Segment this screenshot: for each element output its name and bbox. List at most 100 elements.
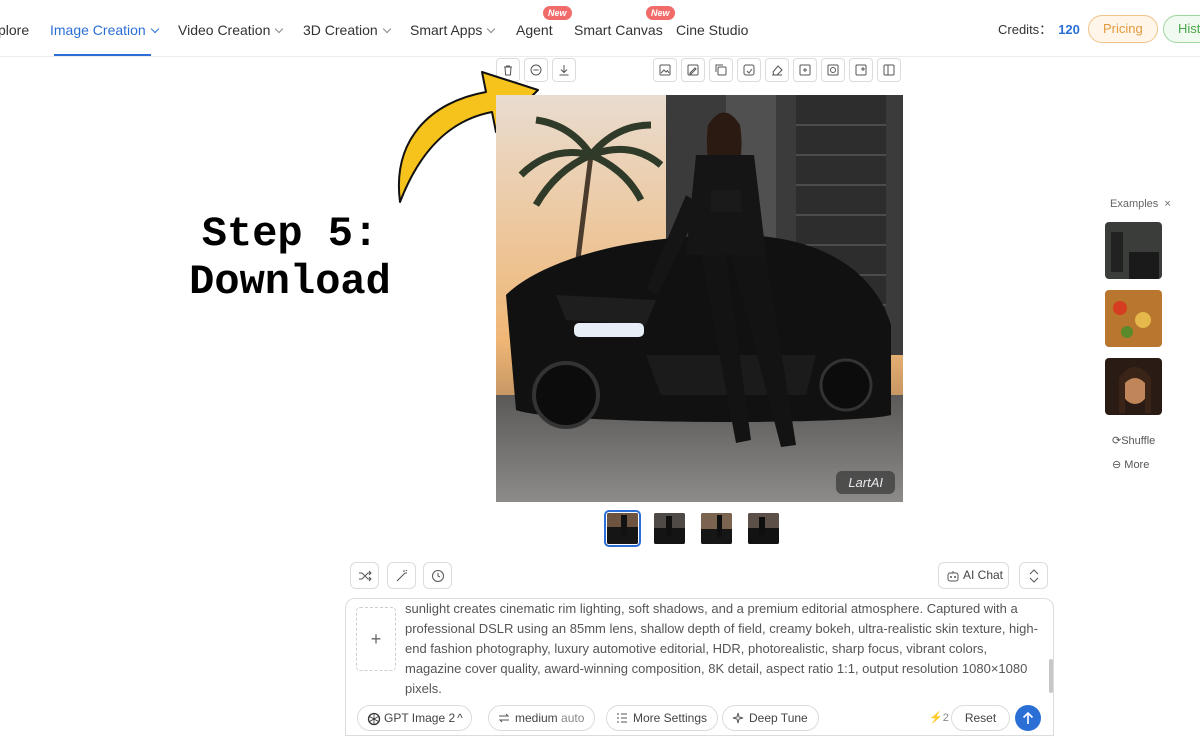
image-edit-icon — [687, 64, 699, 76]
deep-tune-button[interactable]: Deep Tune — [722, 705, 819, 731]
cost-value: 2 — [942, 712, 949, 724]
deep-tune-label: Deep Tune — [749, 711, 808, 725]
upload-image-button[interactable]: + — [356, 607, 396, 671]
prompt-textarea[interactable]: sunlight creates cinematic rim lighting,… — [405, 599, 1039, 699]
download-button[interactable] — [552, 58, 576, 82]
nav-agent-label: Agent — [516, 22, 553, 38]
example-thumbnail[interactable] — [1105, 290, 1162, 347]
close-icon[interactable]: × — [1164, 198, 1170, 210]
sparkle-icon — [732, 712, 744, 724]
shuffle-icon: ⟳ — [1112, 435, 1122, 447]
pricing-button[interactable]: Pricing — [1088, 15, 1158, 43]
nav-agent[interactable]: Agent — [516, 21, 553, 39]
example-thumbnail[interactable] — [1105, 222, 1162, 279]
generated-image[interactable]: LartAI — [496, 95, 903, 502]
more-button[interactable]: ⊖ More — [1112, 458, 1149, 471]
expand-image-button[interactable] — [793, 58, 817, 82]
eraser-button[interactable] — [765, 58, 789, 82]
reset-button[interactable]: Reset — [951, 705, 1010, 731]
thumbnail[interactable] — [701, 513, 732, 544]
shuffle-prompt-button[interactable] — [350, 562, 379, 589]
credit-cost: ⚡2 — [929, 711, 949, 724]
redraw-button[interactable] — [737, 58, 761, 82]
chevron-down-icon — [382, 24, 391, 34]
send-button[interactable] — [1015, 705, 1041, 731]
thumbnail-art — [607, 513, 638, 544]
swap-icon — [498, 713, 510, 723]
copy-icon — [715, 64, 727, 76]
clock-icon — [432, 570, 444, 582]
credits-display: Credits： 120 — [998, 21, 1080, 39]
upscale-button[interactable] — [821, 58, 845, 82]
add-image-button[interactable] — [849, 58, 873, 82]
thumbnail-art — [701, 513, 732, 544]
thumbnail[interactable] — [654, 513, 685, 544]
history-button[interactable]: Hist — [1163, 15, 1200, 43]
examples-label: Examples — [1110, 198, 1159, 210]
nav-image-creation-label: Image Creation — [50, 22, 146, 38]
split-view-icon — [883, 64, 895, 76]
more-settings-button[interactable]: More Settings — [606, 705, 719, 731]
quality-label: medium — [515, 711, 558, 725]
shuffle-button[interactable]: ⟳Shuffle — [1112, 434, 1155, 447]
nav-explore[interactable]: plore — [0, 21, 29, 39]
redraw-icon — [743, 64, 755, 76]
nav-image-creation[interactable]: Image Creation — [50, 21, 159, 39]
magic-wand-icon — [396, 569, 408, 582]
thumbnail-art — [748, 513, 779, 544]
shuffle-label: Shuffle — [1121, 435, 1156, 447]
expand-prompt-button[interactable] — [1019, 562, 1048, 589]
copy-button[interactable] — [709, 58, 733, 82]
nav-cine-studio-label: Cine Studio — [676, 22, 749, 38]
step-title: Step 5: — [201, 210, 379, 258]
bolt-icon: ⚡ — [929, 712, 943, 724]
more-icon: ⊖ — [1112, 459, 1122, 471]
image-tool-button[interactable] — [653, 58, 677, 82]
thumbnail[interactable] — [748, 513, 779, 544]
nav-3d-creation-label: 3D Creation — [303, 22, 378, 38]
upscale-icon — [827, 64, 839, 76]
thumbnail[interactable] — [604, 510, 641, 547]
prompt-scrollbar[interactable] — [1049, 659, 1053, 693]
image-edit-button[interactable] — [681, 58, 705, 82]
examples-title: Examples × — [1110, 198, 1171, 210]
credits-label: Credits： — [998, 22, 1053, 37]
shuffle-icon — [359, 570, 372, 582]
nav-explore-label: plore — [0, 22, 30, 38]
nav-smart-canvas-label: Smart Canvas — [574, 22, 663, 38]
chevron-up-icon: ^ — [457, 711, 463, 725]
generated-image-art — [496, 95, 903, 502]
step-annotation: Step 5: Download — [160, 210, 420, 306]
new-badge: New — [646, 6, 675, 20]
openai-icon — [367, 712, 381, 726]
example-thumbnail-art — [1105, 290, 1162, 347]
nav-video-creation-label: Video Creation — [178, 22, 271, 38]
ai-chat-button[interactable]: AI Chat — [938, 562, 1009, 589]
nav-smart-apps-label: Smart Apps — [410, 22, 483, 38]
top-nav: plore Image Creation Video Creation 3D C… — [0, 0, 1200, 57]
watermark: LartAI — [836, 471, 895, 494]
nav-3d-creation[interactable]: 3D Creation — [303, 21, 391, 39]
example-thumbnail[interactable] — [1105, 358, 1162, 415]
add-image-icon — [855, 64, 867, 76]
thumbnail-art — [654, 513, 685, 544]
active-tab-indicator — [54, 54, 151, 56]
more-label: More — [1124, 459, 1150, 471]
list-settings-icon — [617, 713, 627, 723]
expand-vertical-icon — [1029, 569, 1039, 583]
magic-prompt-button[interactable] — [387, 562, 416, 589]
eraser-icon — [772, 65, 783, 76]
history-prompt-button[interactable] — [423, 562, 452, 589]
chevron-down-icon — [275, 24, 284, 34]
split-view-button[interactable] — [877, 58, 901, 82]
model-select[interactable]: GPT Image 2 ^ — [357, 705, 472, 731]
nav-smart-apps[interactable]: Smart Apps — [410, 21, 496, 39]
nav-cine-studio[interactable]: Cine Studio — [676, 21, 748, 39]
nav-video-creation[interactable]: Video Creation — [178, 21, 284, 39]
nav-smart-canvas[interactable]: Smart Canvas — [574, 21, 663, 39]
ai-chat-label: AI Chat — [963, 568, 1004, 582]
example-thumbnail-art — [1105, 358, 1162, 415]
chevron-down-icon — [150, 24, 159, 34]
credits-value: 120 — [1058, 22, 1080, 37]
quality-select[interactable]: medium auto — [488, 705, 596, 731]
